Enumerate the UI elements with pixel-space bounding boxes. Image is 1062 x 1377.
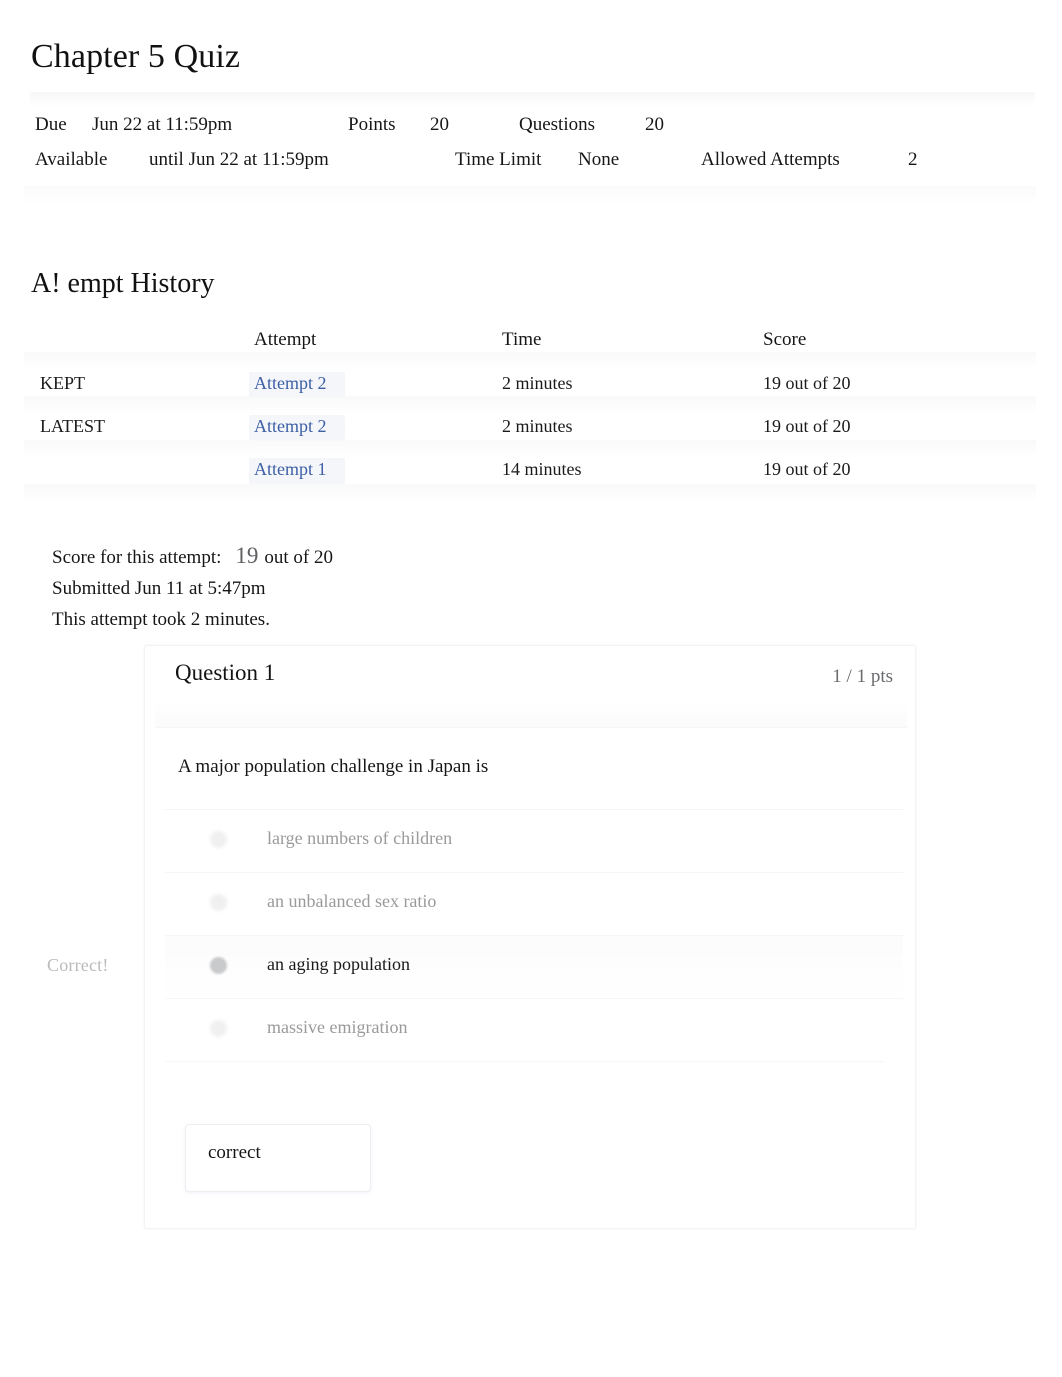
- points-label: Points: [348, 114, 396, 135]
- score-suffix: out of 20: [264, 547, 333, 568]
- question-prompt: A major population challenge in Japan is: [178, 756, 489, 777]
- score-label: Score for this attempt:: [52, 547, 222, 568]
- attempt-link-1[interactable]: Attempt 1: [254, 453, 327, 485]
- row-score: 19 out of 20: [763, 373, 851, 393]
- available-label: Available: [35, 149, 108, 170]
- question-title: Question 1: [175, 660, 276, 685]
- answer-comment-text: correct: [208, 1142, 261, 1163]
- answer-comment-wrap: correct: [185, 1124, 377, 1196]
- allowed-attempts-value: 2: [908, 149, 918, 170]
- page-title: Chapter 5 Quiz: [31, 38, 241, 75]
- radio-selected-icon[interactable]: [210, 957, 227, 974]
- answer-label: large numbers of children: [267, 828, 453, 848]
- attempt-link-2-kept[interactable]: Attempt 2: [254, 367, 327, 399]
- meta-band-decoration: [30, 92, 1035, 106]
- time-limit-value: None: [578, 149, 620, 170]
- answer-option[interactable]: an unbalanced sex ratio: [165, 872, 903, 935]
- answer-label: massive emigration: [267, 1017, 408, 1037]
- due-label: Due: [35, 114, 67, 135]
- row-score: 19 out of 20: [763, 459, 851, 479]
- quiz-meta-row-1: Due Jun 22 at 11:59pm Points 20 Question…: [0, 110, 1062, 145]
- answers-bottom-divider: [165, 1061, 885, 1062]
- questions-value: 20: [645, 114, 664, 135]
- row-time: 14 minutes: [502, 459, 582, 479]
- row-score: 19 out of 20: [763, 416, 851, 436]
- correct-flag: Correct!: [47, 955, 109, 975]
- time-limit-label: Time Limit: [455, 149, 542, 170]
- question-card: Question 1 1 / 1 pts A major population …: [144, 645, 916, 1229]
- answer-option[interactable]: large numbers of children: [165, 809, 903, 872]
- duration-line: This attempt took 2 minutes.: [52, 609, 270, 630]
- row-label-latest: LATEST: [40, 416, 105, 436]
- allowed-attempts-label: Allowed Attempts: [701, 149, 840, 170]
- points-value: 20: [430, 114, 449, 135]
- radio-icon[interactable]: [210, 894, 227, 911]
- row-stripe: [24, 484, 1036, 502]
- answer-label: an aging population: [267, 954, 410, 974]
- answer-label: an unbalanced sex ratio: [267, 891, 437, 911]
- radio-icon[interactable]: [210, 1020, 227, 1037]
- row-time: 2 minutes: [502, 416, 573, 436]
- answer-option-selected[interactable]: an aging population: [165, 935, 903, 998]
- due-value: Jun 22 at 11:59pm: [92, 114, 233, 135]
- row-label-kept: KEPT: [40, 373, 85, 393]
- score-value: 19: [235, 543, 259, 568]
- available-value: until Jun 22 at 11:59pm: [149, 149, 329, 170]
- attempt-history-table: Attempt Time Score KEPT Attempt 2 2 minu…: [0, 324, 1062, 502]
- quiz-meta-row-2: Available until Jun 22 at 11:59pm Time L…: [0, 145, 1062, 180]
- question-points: 1 / 1 pts: [832, 666, 893, 687]
- score-for-attempt-line: Score for this attempt: 19 out of 20: [52, 540, 333, 573]
- quiz-meta: Due Jun 22 at 11:59pm Points 20 Question…: [0, 110, 1062, 180]
- row-time: 2 minutes: [502, 373, 573, 393]
- meta-band-decoration-2: [24, 186, 1036, 206]
- attempt-link-2-latest[interactable]: Attempt 2: [254, 410, 327, 442]
- attempt-history-heading: A! empt History: [31, 268, 215, 299]
- score-summary: Score for this attempt: 19 out of 20 Submi…: [52, 540, 333, 635]
- questions-label: Questions: [519, 114, 595, 135]
- submitted-line: Submitted Jun 11 at 5:47pm: [52, 578, 266, 599]
- answer-list: large numbers of children an unbalanced …: [165, 809, 903, 1061]
- radio-icon[interactable]: [210, 831, 227, 848]
- answer-option[interactable]: massive emigration: [165, 998, 903, 1061]
